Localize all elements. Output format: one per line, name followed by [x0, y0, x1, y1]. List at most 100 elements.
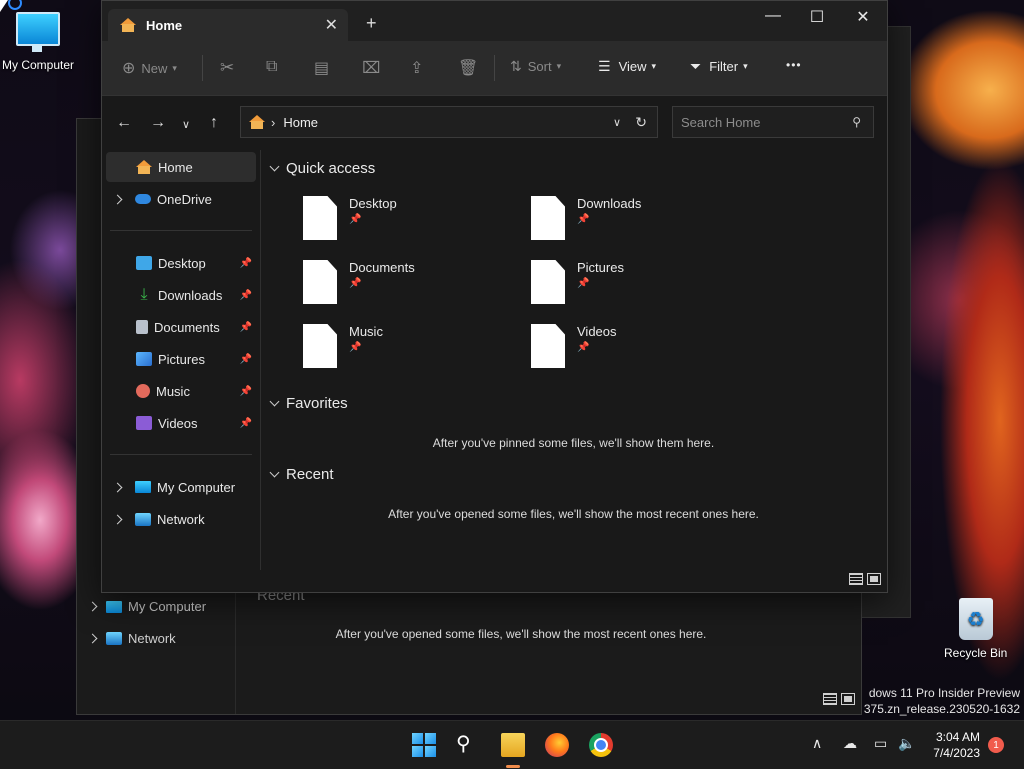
filter-label: Filter — [709, 59, 739, 74]
section-recent[interactable]: Recent — [269, 466, 334, 483]
minimize-button[interactable]: — — [750, 7, 796, 25]
sidebar-item-onedrive[interactable]: OneDrive — [106, 184, 256, 214]
firefox-taskbar-button[interactable] — [545, 733, 569, 757]
section-favorites[interactable]: Favorites — [269, 395, 348, 412]
address-dropdown-icon[interactable]: ∨ — [613, 116, 621, 129]
file-icon — [531, 196, 565, 240]
quick-access-item-desktop[interactable]: Desktop 📌 — [303, 196, 397, 240]
network-tray-icon[interactable]: ▭ — [874, 735, 887, 752]
tiles-view-icon[interactable] — [841, 693, 855, 705]
chevron-up-icon: ∧ — [812, 735, 823, 751]
desktop-folder-icon — [136, 256, 152, 270]
desktop-icon-my-computer[interactable]: My Computer — [2, 12, 74, 72]
pin-icon: 📌 — [239, 385, 252, 397]
recent-locations-button[interactable]: ∨ — [182, 118, 190, 131]
file-explorer-taskbar-button[interactable] — [501, 733, 525, 757]
notification-badge[interactable]: 1 — [988, 737, 1004, 753]
close-tab-icon[interactable]: ✕ — [325, 15, 338, 35]
chrome-taskbar-button[interactable] — [589, 733, 613, 757]
chevron-right-icon[interactable] — [112, 482, 123, 492]
chevron-down-icon: ▾ — [651, 61, 657, 71]
quick-access-item-music[interactable]: Music 📌 — [303, 324, 383, 368]
view-toggle — [849, 573, 881, 585]
chevron-down-icon — [269, 467, 280, 478]
refresh-icon[interactable]: ↻ — [635, 114, 647, 131]
file-icon — [303, 260, 337, 304]
favorites-empty-message: After you've pinned some files, we'll sh… — [432, 436, 715, 450]
forward-button[interactable]: → — [150, 114, 166, 132]
breadcrumb-home[interactable]: Home — [283, 115, 318, 130]
windows-logo-icon — [412, 733, 423, 744]
search-input[interactable]: Search Home ⚲ — [672, 106, 874, 138]
paste-button[interactable]: ▤ — [314, 58, 329, 78]
sidebar-item-documents[interactable]: Documents 📌 — [106, 312, 256, 342]
item-label: Documents — [349, 260, 415, 275]
sidebar-item-label: Downloads — [158, 287, 223, 303]
desktop-icon-recycle-bin[interactable]: ♻ Recycle Bin — [944, 598, 1007, 660]
start-button[interactable] — [412, 733, 436, 757]
sidebar-item-desktop[interactable]: Desktop 📌 — [106, 248, 256, 278]
sidebar-item-home[interactable]: Home — [106, 152, 256, 182]
tab-home[interactable]: Home ✕ — [108, 9, 348, 41]
sidebar-item-pictures[interactable]: Pictures 📌 — [106, 344, 256, 374]
clock-date: 7/4/2023 — [933, 746, 980, 760]
close-window-button[interactable]: ✕ — [840, 7, 886, 27]
clock[interactable]: 3:04 AM 7/4/2023 — [933, 729, 980, 761]
sidebar-item-label: Music — [156, 383, 190, 399]
sidebar-item-label: My Computer — [157, 479, 236, 495]
volume-tray-icon[interactable]: 🔈 — [898, 735, 915, 752]
sidebar-item-my-computer[interactable]: My Computer — [106, 472, 256, 502]
sidebar-item-videos[interactable]: Videos 📌 — [106, 408, 256, 438]
chevron-right-icon[interactable] — [112, 514, 123, 524]
onedrive-tray-icon[interactable]: ☁ — [843, 735, 857, 752]
back-button[interactable]: ← — [116, 114, 132, 132]
show-hidden-icons-button[interactable]: ∧ — [812, 735, 822, 752]
file-explorer-window[interactable]: Home ✕ + — ☐ ✕ ⊕ New ▾ ✂ ⧉ ▤ ⌧ ⇪ 🗑 ⇅ Sor… — [101, 0, 888, 593]
cut-button[interactable]: ✂ — [220, 58, 234, 78]
more-options-button[interactable]: ••• — [786, 58, 802, 72]
filter-icon: ⏷ — [690, 58, 702, 74]
title-bar[interactable]: Home ✕ + — ☐ ✕ — [102, 1, 887, 41]
desktop-icon-label: Recycle Bin — [944, 646, 1008, 660]
home-icon — [120, 18, 136, 32]
new-tab-button[interactable]: + — [366, 13, 377, 34]
filter-button[interactable]: ⏷ Filter ▾ — [690, 58, 748, 75]
pin-icon: 📌 — [577, 214, 590, 225]
windows-logo-icon — [425, 746, 436, 757]
rename-button[interactable]: ⌧ — [362, 58, 380, 78]
windows-logo-icon — [425, 733, 436, 744]
share-button[interactable]: ⇪ — [410, 58, 423, 78]
chevron-right-icon[interactable] — [112, 194, 123, 204]
details-view-icon[interactable] — [849, 573, 863, 585]
sidebar-divider — [110, 454, 252, 455]
content-pane: Quick access Desktop 📌 Downloads 📌 Documen… — [261, 150, 886, 570]
details-view-icon[interactable] — [823, 693, 837, 705]
quick-access-item-documents[interactable]: Documents 📌 — [303, 260, 415, 304]
quick-access-item-downloads[interactable]: Downloads 📌 — [531, 196, 641, 240]
tiles-view-icon[interactable] — [867, 573, 881, 585]
quick-access-item-videos[interactable]: Videos 📌 — [531, 324, 617, 368]
sidebar-item-music[interactable]: Music 📌 — [106, 376, 256, 406]
pin-icon: 📌 — [349, 342, 362, 353]
view-button[interactable]: ☰ View ▾ — [598, 58, 656, 75]
maximize-button[interactable]: ☐ — [794, 7, 840, 27]
sidebar-item-label: Documents — [154, 319, 220, 335]
search-icon[interactable]: ⚲ — [852, 115, 861, 129]
quick-access-item-pictures[interactable]: Pictures 📌 — [531, 260, 624, 304]
new-button[interactable]: ⊕ New ▾ — [122, 58, 177, 78]
videos-folder-icon — [136, 416, 152, 430]
sort-button[interactable]: ⇅ Sort ▾ — [510, 58, 561, 75]
documents-folder-icon — [136, 320, 148, 334]
toolbar-separator — [202, 55, 203, 81]
chevron-down-icon — [269, 396, 280, 407]
search-taskbar-button[interactable]: ⚲ — [456, 733, 480, 757]
section-quick-access[interactable]: Quick access — [269, 160, 375, 177]
delete-button[interactable]: 🗑 — [458, 58, 478, 78]
address-bar[interactable]: › Home ∨ ↻ — [240, 106, 658, 138]
up-button[interactable]: ↑ — [210, 114, 218, 132]
sidebar-item-downloads[interactable]: ⤓ Downloads 📌 — [106, 280, 256, 310]
sidebar-item-network[interactable]: Network — [106, 504, 256, 534]
arrow-right-icon: → — [150, 114, 166, 131]
copy-button[interactable]: ⧉ — [266, 58, 277, 76]
bg-nav-my-computer[interactable]: My Computer — [87, 599, 206, 614]
